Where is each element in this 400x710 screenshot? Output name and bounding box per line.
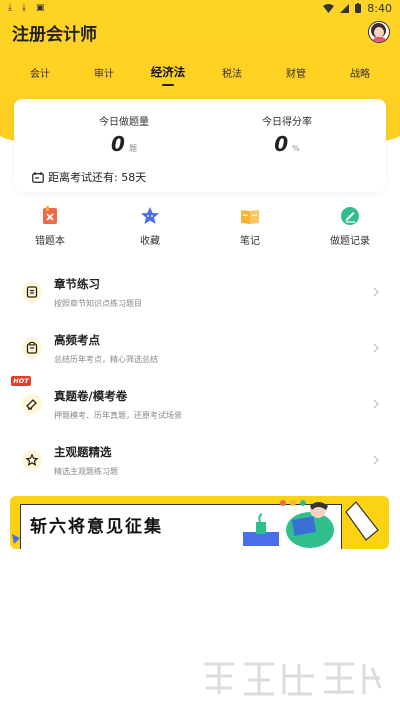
tab-strategy[interactable]: 战略	[330, 65, 390, 80]
quick-favorites[interactable]: 收藏	[110, 206, 190, 252]
tab-tax-law[interactable]: 税法	[202, 65, 262, 80]
chevron-right-icon	[370, 454, 382, 466]
tab-economic-law[interactable]: 经济法	[138, 64, 198, 80]
frequent-icon	[22, 338, 42, 358]
app-title: 注册会计师	[12, 24, 97, 45]
stats-card: 今日做题量 0 题 今日得分率 0 % 距离考试还有: 58天	[14, 99, 386, 192]
today-count-label: 今日做题量	[99, 117, 149, 128]
quick-notes[interactable]: 笔记	[210, 206, 290, 252]
today-score-value: 0	[274, 132, 289, 156]
calendar-icon	[32, 171, 44, 183]
title-bar: 注册会计师	[12, 20, 390, 45]
menu-subtitle: 按照章节知识点练习题目	[54, 298, 142, 308]
status-system: 8:40	[323, 2, 392, 15]
chevron-right-icon	[370, 342, 382, 354]
menu-subjective-questions[interactable]: 主观题精选 精选主观题练习题	[0, 432, 400, 488]
user-avatar[interactable]	[368, 21, 390, 43]
clock: 8:40	[367, 1, 392, 15]
status-bar: ⤓ ⤓ ▣ 8:40	[0, 0, 400, 16]
chapter-icon	[22, 282, 42, 302]
record-icon	[341, 207, 359, 225]
download-icon: ⤓	[8, 3, 12, 13]
exam-countdown: 距离考试还有: 58天	[32, 169, 146, 185]
app-notification-icon: ▣	[35, 3, 45, 13]
menu-title: 主观题精选	[54, 444, 112, 459]
quick-record-label: 做题记录	[330, 236, 370, 247]
menu-title: 章节练习	[54, 276, 100, 291]
feedback-banner[interactable]: 斩六将意见征集	[10, 496, 389, 549]
subject-tabs: 会计 审计 经济法 税法 财管 战略	[0, 60, 400, 84]
download-icon: ⤓	[21, 3, 26, 13]
signal-icon	[340, 3, 350, 13]
notes-icon	[241, 210, 259, 224]
quick-notes-label: 笔记	[240, 236, 260, 247]
practice-menu: 章节练习 按照章节知识点练习题目 高频考点 总结历年考点，精心筛选总结 真题卷/…	[0, 264, 400, 488]
quick-record[interactable]: 做题记录	[310, 206, 390, 252]
today-score-stat: 今日得分率 0 %	[212, 113, 362, 156]
menu-exam-papers[interactable]: 真题卷/模考卷 押题模考、历年真题，还原考试场景	[0, 376, 400, 432]
quick-wrong-book[interactable]: 错题本	[10, 206, 90, 252]
watermark-logo	[204, 662, 382, 696]
banner-decoration-icon	[12, 534, 20, 544]
chevron-right-icon	[370, 286, 382, 298]
today-count-stat: 今日做题量 0 题	[49, 113, 199, 156]
person-illustration	[243, 501, 379, 548]
menu-subtitle: 总结历年考点，精心筛选总结	[54, 354, 158, 364]
today-score-label: 今日得分率	[262, 117, 312, 128]
tab-financial-management[interactable]: 财管	[266, 65, 326, 80]
tab-audit[interactable]: 审计	[74, 65, 134, 80]
battery-icon	[355, 3, 362, 13]
menu-chapter-practice[interactable]: 章节练习 按照章节知识点练习题目	[0, 264, 400, 320]
quick-actions: 错题本 收藏 笔记 做题记录	[0, 206, 400, 252]
menu-title: 真题卷/模考卷	[54, 388, 128, 403]
star-icon	[141, 207, 159, 224]
quick-wrong-book-label: 错题本	[35, 236, 65, 247]
menu-frequent-points[interactable]: 高频考点 总结历年考点，精心筛选总结	[0, 320, 400, 376]
hot-badge: HOT	[11, 376, 31, 386]
quick-favorites-label: 收藏	[140, 236, 160, 247]
wrong-book-icon	[43, 206, 57, 224]
today-count-value: 0	[111, 132, 125, 156]
chevron-right-icon	[370, 398, 382, 410]
tab-accounting[interactable]: 会计	[10, 65, 70, 80]
wifi-icon	[323, 3, 335, 13]
exam-paper-icon	[22, 394, 42, 414]
banner-title: 斩六将意见征集	[30, 517, 163, 537]
menu-subtitle: 精选主观题练习题	[54, 466, 118, 476]
subjective-icon	[22, 450, 42, 470]
status-notifications: ⤓ ⤓ ▣	[8, 3, 44, 13]
menu-title: 高频考点	[54, 332, 100, 347]
today-count-unit: 题	[128, 144, 137, 153]
today-score-unit: %	[292, 144, 300, 153]
menu-subtitle: 押题模考、历年真题，还原考试场景	[54, 410, 182, 420]
countdown-text: 距离考试还有: 58天	[48, 171, 147, 184]
